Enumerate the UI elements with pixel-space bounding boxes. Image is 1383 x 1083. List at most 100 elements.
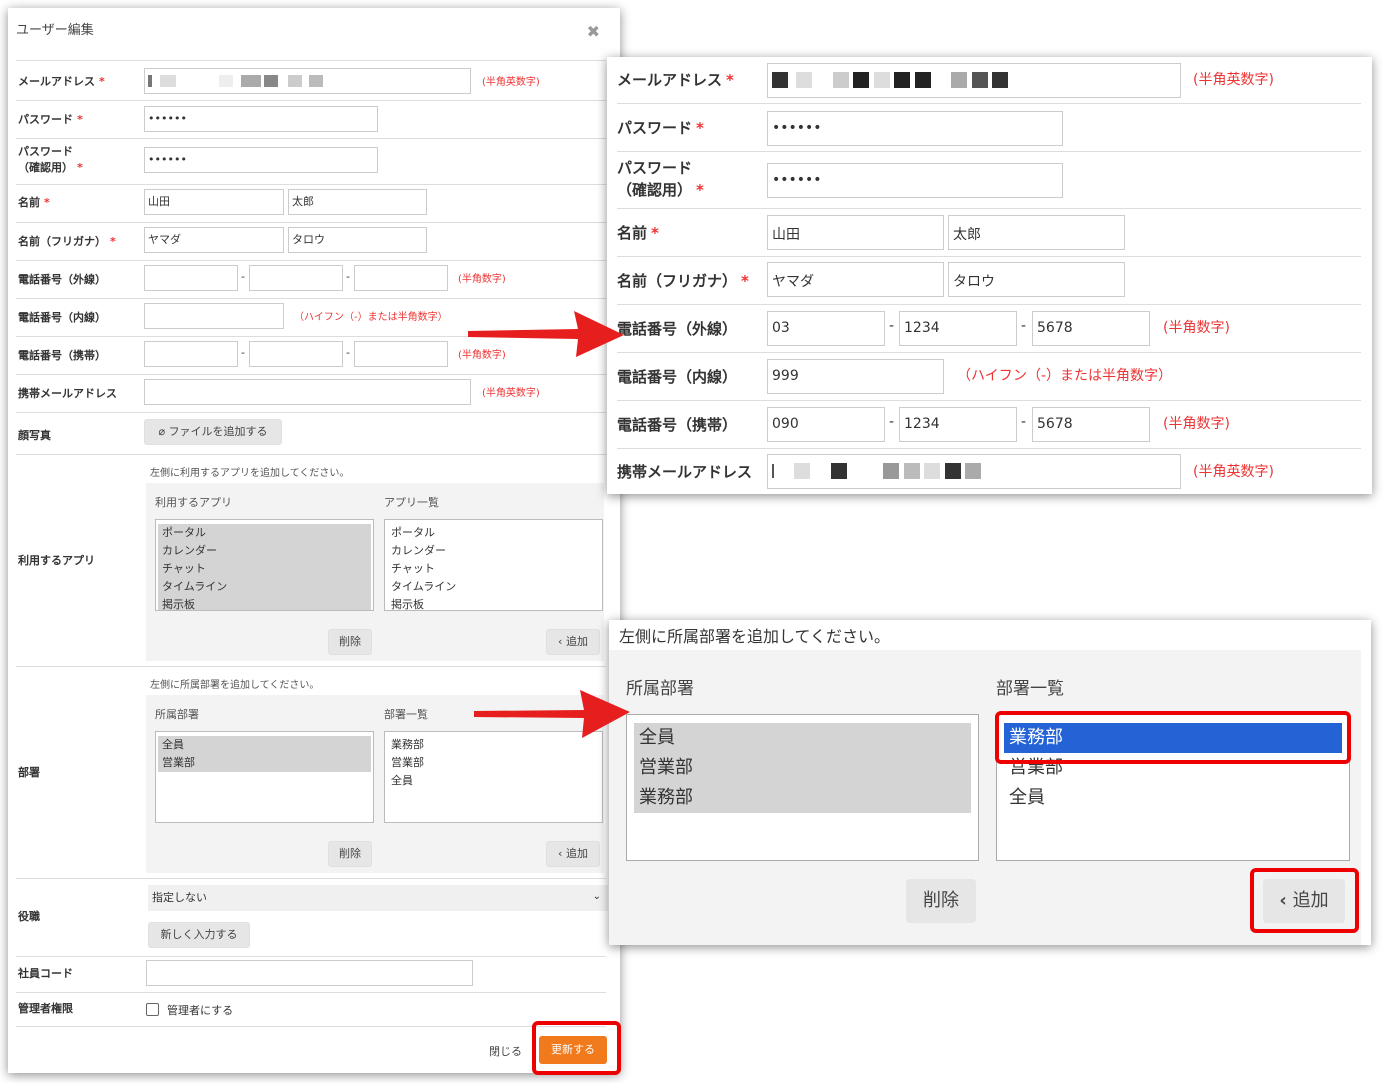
first-name-input[interactable]: 太郎 bbox=[948, 215, 1125, 250]
list-item[interactable]: チャット bbox=[387, 560, 600, 578]
list-item[interactable]: 営業部 bbox=[387, 754, 600, 772]
list-item[interactable]: カレンダー bbox=[158, 542, 371, 560]
list-item[interactable]: タイムライン bbox=[387, 578, 600, 596]
list-item[interactable]: 全員 bbox=[1004, 783, 1342, 813]
kana-label: 名前（フリガナ） * bbox=[18, 235, 116, 248]
first-kana-input[interactable]: タロウ bbox=[948, 262, 1125, 297]
list-item[interactable]: 全員 bbox=[387, 772, 600, 790]
position-row: 役職 指定しない ⌄ 新しく入力する bbox=[16, 878, 608, 956]
mobile-email-hint: (半角英数字) bbox=[482, 388, 540, 399]
password-confirm-label: パスワード （確認用） * bbox=[617, 159, 704, 199]
name-row: 名前 * 山田 太郎 bbox=[16, 184, 606, 222]
mobile-email-input[interactable] bbox=[144, 379, 471, 405]
tel-ext-3-input[interactable] bbox=[354, 265, 448, 291]
list-item[interactable]: 全員 bbox=[634, 723, 971, 753]
dept-delete-button[interactable]: 削除 bbox=[906, 879, 976, 923]
dept-panel: 所属部署 部署一覧 全員 営業部 業務部 業務部 営業部 全員 削除 ‹ 追加 bbox=[609, 650, 1361, 945]
close-button[interactable]: 閉じる bbox=[489, 1043, 522, 1059]
tel-ext-1-input[interactable] bbox=[144, 265, 238, 291]
kana-row: 名前（フリガナ） * ヤマダ タロウ bbox=[617, 257, 1361, 305]
email-label: メールアドレス * bbox=[617, 71, 734, 89]
list-item[interactable]: カレンダー bbox=[387, 542, 600, 560]
list-item[interactable]: タイムライン bbox=[158, 578, 371, 596]
dept-note: 左側に所属部署を追加してください。 bbox=[619, 627, 891, 646]
list-item[interactable]: 業務部 bbox=[634, 783, 971, 813]
tel-ext-1-input[interactable]: 03 bbox=[767, 311, 885, 346]
apps-note: 左側に利用するアプリを追加してください。 bbox=[150, 468, 350, 479]
new-position-button[interactable]: 新しく入力する bbox=[148, 922, 250, 948]
mobile-email-hint: (半角英数字) bbox=[1193, 464, 1274, 480]
employee-code-label: 社員コード bbox=[18, 967, 73, 980]
mobile-email-label: 携帯メールアドレス bbox=[617, 463, 753, 481]
email-input[interactable] bbox=[767, 63, 1181, 98]
mobile-email-input[interactable] bbox=[767, 454, 1181, 489]
email-hint: (半角英数字) bbox=[1193, 72, 1274, 88]
first-name-input[interactable]: 太郎 bbox=[288, 189, 427, 215]
tel-mobile-1-input[interactable] bbox=[144, 341, 238, 367]
close-icon[interactable]: ✖ bbox=[587, 22, 600, 41]
dept-delete-button[interactable]: 削除 bbox=[328, 841, 372, 867]
last-kana-input[interactable]: ヤマダ bbox=[767, 262, 944, 297]
dept-available-list[interactable]: 業務部 営業部 全員 bbox=[384, 731, 603, 823]
list-item[interactable]: 営業部 bbox=[634, 753, 971, 783]
position-select[interactable]: 指定しない ⌄ bbox=[148, 885, 608, 911]
admin-checkbox[interactable] bbox=[146, 1003, 159, 1016]
tel-ext-row: 電話番号（外線） 03 - 1234 - 5678 (半角数字) bbox=[617, 305, 1361, 353]
arrow-right-icon bbox=[474, 690, 630, 738]
tel-int-hint: （ハイフン（-）または半角数字） bbox=[294, 312, 448, 323]
password-confirm-input[interactable]: •••••• bbox=[767, 163, 1063, 198]
zoom-contact-panel: メールアドレス * (半角英数字) パスワード * •••••• パスワード （確認用… bbox=[607, 57, 1372, 494]
tel-mobile-label: 電話番号（携帯） bbox=[617, 416, 738, 434]
employee-code-input[interactable] bbox=[146, 960, 473, 986]
tel-ext-label: 電話番号（外線） bbox=[18, 273, 106, 286]
tel-int-input[interactable]: 999 bbox=[767, 359, 944, 394]
tel-ext-hint: (半角数字) bbox=[458, 274, 506, 285]
name-row: 名前 * 山田 太郎 bbox=[617, 209, 1361, 257]
update-highlight-box bbox=[532, 1021, 621, 1075]
first-kana-input[interactable]: タロウ bbox=[288, 227, 427, 253]
password-confirm-input[interactable]: •••••• bbox=[144, 147, 378, 173]
tel-int-input[interactable] bbox=[144, 303, 284, 329]
tel-ext-sep: - bbox=[241, 270, 245, 283]
apps-row: 利用するアプリ 左側に利用するアプリを追加してください。 利用するアプリ アプリ… bbox=[16, 454, 606, 666]
password-row: パスワード * •••••• bbox=[16, 100, 606, 138]
tel-ext-2-input[interactable] bbox=[249, 265, 343, 291]
list-item[interactable]: チャット bbox=[158, 560, 371, 578]
dept-add-button[interactable]: ‹ 追加 bbox=[546, 841, 600, 867]
tel-mobile-3-input[interactable]: 5678 bbox=[1032, 407, 1150, 442]
last-name-input[interactable]: 山田 bbox=[144, 189, 284, 215]
add-file-button[interactable]: ⌀ ファイルを追加する bbox=[144, 419, 282, 445]
dept-right-title: 部署一覧 bbox=[996, 679, 1064, 699]
tel-mobile-sep: - bbox=[241, 346, 245, 359]
apps-selected-list[interactable]: ポータル カレンダー チャット タイムライン 掲示板 bbox=[155, 519, 374, 611]
apps-add-button[interactable]: ‹ 追加 bbox=[546, 629, 600, 655]
list-item[interactable]: ポータル bbox=[387, 524, 600, 542]
tel-ext-row: 電話番号（外線） - - (半角数字) bbox=[16, 260, 606, 298]
list-item[interactable]: ポータル bbox=[158, 524, 371, 542]
tel-ext-label: 電話番号（外線） bbox=[617, 320, 738, 338]
dept-label: 部署 bbox=[18, 766, 40, 779]
tel-mobile-sep: - bbox=[889, 414, 895, 430]
apps-available-list[interactable]: ポータル カレンダー チャット タイムライン 掲示板 bbox=[384, 519, 603, 611]
dept-selected-list[interactable]: 全員 営業部 業務部 bbox=[626, 714, 979, 861]
dept-highlight-box bbox=[995, 711, 1351, 764]
dept-selected-list[interactable]: 全員 営業部 bbox=[155, 731, 374, 823]
tel-mobile-1-input[interactable]: 090 bbox=[767, 407, 885, 442]
list-item[interactable]: 掲示板 bbox=[158, 596, 371, 610]
tel-ext-3-input[interactable]: 5678 bbox=[1032, 311, 1150, 346]
tel-ext-2-input[interactable]: 1234 bbox=[899, 311, 1017, 346]
tel-mobile-2-input[interactable]: 1234 bbox=[899, 407, 1017, 442]
apps-right-title: アプリ一覧 bbox=[384, 496, 439, 509]
list-item[interactable]: 営業部 bbox=[158, 754, 371, 772]
apps-delete-button[interactable]: 削除 bbox=[328, 629, 372, 655]
tel-mobile-2-input[interactable] bbox=[249, 341, 343, 367]
last-name-input[interactable]: 山田 bbox=[767, 215, 944, 250]
password-input[interactable]: •••••• bbox=[767, 111, 1063, 146]
list-item[interactable]: 掲示板 bbox=[387, 596, 600, 610]
password-input[interactable]: •••••• bbox=[144, 106, 378, 132]
list-item[interactable]: 全員 bbox=[158, 736, 371, 754]
email-input[interactable] bbox=[144, 68, 471, 94]
tel-mobile-3-input[interactable] bbox=[354, 341, 448, 367]
tel-mobile-row: 電話番号（携帯） 090 - 1234 - 5678 (半角数字) bbox=[617, 401, 1361, 449]
last-kana-input[interactable]: ヤマダ bbox=[144, 227, 284, 253]
